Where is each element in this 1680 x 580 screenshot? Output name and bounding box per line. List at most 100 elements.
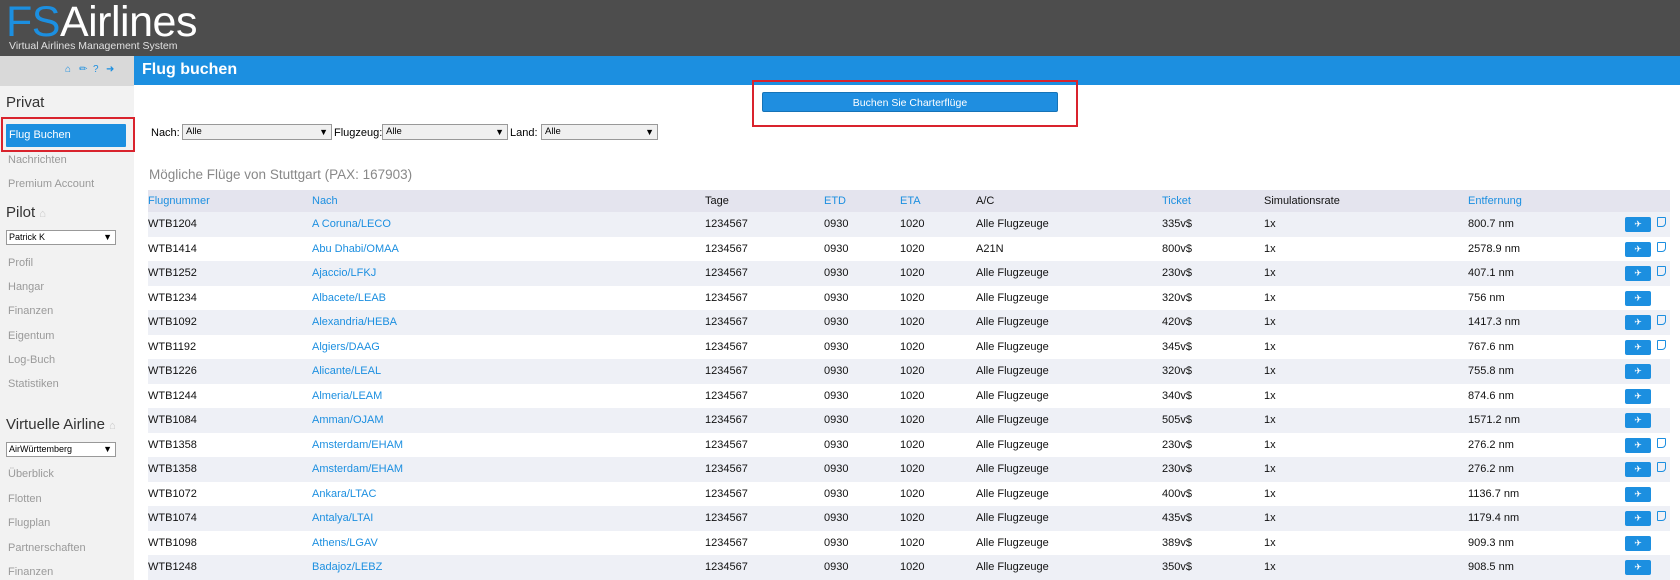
destination-link[interactable]: Algiers/DAAG [312, 335, 705, 360]
row-actions: ✈ [1618, 408, 1670, 433]
logout-icon[interactable]: ➜ [106, 64, 114, 75]
home-icon[interactable]: ⌂ [65, 64, 71, 75]
days-cell: 1234567 [705, 555, 824, 580]
note-icon[interactable] [1657, 217, 1666, 228]
sidebar-item-statistiken[interactable]: Statistiken [8, 378, 59, 390]
book-flight-plane-icon[interactable]: ✈ [1625, 486, 1651, 502]
simulation-rate-cell: 1x [1264, 487, 1276, 500]
distance-cell: 755.8 nm [1468, 359, 1618, 384]
destination-link[interactable]: Alexandria/HEBA [312, 310, 705, 335]
book-flight-plane-icon[interactable]: ✈ [1625, 315, 1651, 331]
destination-link[interactable]: Albacete/LEAB [312, 286, 705, 311]
sidebar-item-ueberblick[interactable]: Überblick [8, 468, 54, 480]
book-flight-plane-icon[interactable]: ✈ [1625, 266, 1651, 282]
distance-cell: 1179.4 nm [1468, 506, 1618, 531]
destination-link[interactable]: Ajaccio/LFKJ [312, 261, 705, 286]
note-icon[interactable] [1657, 266, 1666, 277]
distance-cell: 756 nm [1468, 291, 1505, 304]
flight-number-cell: WTB1244 [148, 389, 197, 402]
note-icon[interactable] [1657, 315, 1666, 326]
days-cell: 1234567 [705, 457, 824, 482]
destination-link[interactable]: Athens/LGAV [312, 531, 705, 556]
etd-cell: 0930 [824, 310, 900, 335]
col-ticket[interactable]: Ticket [1162, 190, 1264, 212]
sidebar-item-eigentum[interactable]: Eigentum [8, 330, 54, 342]
simulation-rate-cell: 1x [1264, 506, 1468, 531]
book-flight-plane-icon[interactable]: ✈ [1625, 290, 1651, 306]
sidebar-item-flugplan[interactable]: Flugplan [8, 517, 50, 529]
destination-link[interactable]: Antalya/LTAI [312, 506, 705, 531]
note-icon[interactable] [1657, 241, 1666, 252]
col-tage: Tage [705, 190, 824, 212]
book-flight-plane-icon[interactable]: ✈ [1625, 462, 1651, 478]
row-actions: ✈ [1618, 359, 1670, 384]
book-flight-plane-icon[interactable]: ✈ [1625, 560, 1651, 576]
sidebar-item-va-finanzen[interactable]: Finanzen [8, 566, 53, 578]
note-icon[interactable] [1657, 462, 1666, 473]
sidebar-item-premium-account[interactable]: Premium Account [8, 178, 94, 190]
note-icon[interactable] [1657, 339, 1666, 350]
row-actions: ✈ [1618, 482, 1670, 507]
book-flight-plane-icon[interactable]: ✈ [1625, 241, 1651, 257]
destination-link[interactable]: Amman/OJAM [312, 408, 705, 433]
table-row: WTB1092 Alexandria/HEBA 1234567 0930 1020 All… [148, 310, 1670, 335]
section-virtuelle-airline-heading: Virtuelle Airline ⌂ [6, 416, 116, 433]
destination-link[interactable]: A Coruna/LECO [312, 212, 705, 237]
airline-select[interactable]: AirWürttemberg ▼ [6, 442, 116, 457]
book-flight-plane-icon[interactable]: ✈ [1625, 437, 1651, 453]
etd-cell: 0930 [824, 359, 900, 384]
chat-icon[interactable]: ✏ [79, 64, 87, 75]
book-flight-plane-icon[interactable]: ✈ [1625, 339, 1651, 355]
table-row: WTB1358 Amsterdam/EHAM 1234567 0930 1020 Alle… [148, 457, 1670, 482]
sidebar-item-partnerschaften[interactable]: Partnerschaften [8, 542, 86, 554]
flight-number-cell: WTB1234 [148, 291, 197, 304]
destination-link[interactable]: Abu Dhabi/OMAA [312, 237, 705, 262]
destination-link[interactable]: Amsterdam/EHAM [312, 457, 705, 482]
filter-nach-select[interactable]: Alle ▼ [182, 124, 332, 140]
book-flight-plane-icon[interactable]: ✈ [1625, 217, 1651, 233]
etd-cell: 0930 [824, 438, 849, 451]
aircraft-cell: Alle Flugzeuge [976, 261, 1162, 286]
ticket-cell: 335v$ [1162, 212, 1264, 237]
sidebar-item-nachrichten[interactable]: Nachrichten [8, 154, 67, 166]
days-cell: 1234567 [705, 506, 824, 531]
col-nach[interactable]: Nach [312, 190, 705, 212]
ticket-cell: 420v$ [1162, 310, 1264, 335]
col-flugnummer[interactable]: Flugnummer [148, 190, 312, 212]
simulation-rate-cell: 1x [1264, 408, 1468, 433]
help-icon[interactable]: ? [93, 64, 99, 75]
simulation-rate-cell: 1x [1264, 291, 1276, 304]
destination-link[interactable]: Amsterdam/EHAM [312, 433, 705, 458]
simulation-rate-cell: 1x [1264, 261, 1468, 286]
simulation-rate-cell: 1x [1264, 310, 1468, 335]
note-icon[interactable] [1657, 437, 1666, 448]
destination-link[interactable]: Alicante/LEAL [312, 359, 705, 384]
book-flight-plane-icon[interactable]: ✈ [1625, 535, 1651, 551]
sidebar-item-hangar[interactable]: Hangar [8, 281, 44, 293]
destination-link[interactable]: Almeria/LEAM [312, 384, 705, 409]
distance-cell: 800.7 nm [1468, 212, 1618, 237]
flight-number-cell: WTB1084 [148, 408, 312, 433]
destination-link[interactable]: Ankara/LTAC [312, 482, 705, 507]
aircraft-cell: Alle Flugzeuge [976, 408, 1162, 433]
sidebar-item-profil[interactable]: Profil [8, 257, 33, 269]
col-eta[interactable]: ETA [900, 190, 976, 212]
sidebar-item-flotten[interactable]: Flotten [8, 493, 42, 505]
sidebar-item-log-buch[interactable]: Log-Buch [8, 354, 55, 366]
simulation-rate-cell: 1x [1264, 340, 1276, 353]
book-flight-plane-icon[interactable]: ✈ [1625, 511, 1651, 527]
book-flight-plane-icon[interactable]: ✈ [1625, 388, 1651, 404]
days-cell: 1234567 [705, 340, 748, 353]
note-icon[interactable] [1657, 511, 1666, 522]
pilot-select[interactable]: Patrick K ▼ [6, 230, 116, 245]
col-etd[interactable]: ETD [824, 190, 900, 212]
chevron-down-icon: ▼ [495, 127, 504, 137]
filter-flugzeug-select[interactable]: Alle ▼ [382, 124, 508, 140]
distance-cell: 874.6 nm [1468, 389, 1514, 402]
book-flight-plane-icon[interactable]: ✈ [1625, 413, 1651, 429]
filter-land-select[interactable]: Alle ▼ [541, 124, 658, 140]
book-flight-plane-icon[interactable]: ✈ [1625, 364, 1651, 380]
sidebar-item-finanzen[interactable]: Finanzen [8, 305, 53, 317]
destination-link[interactable]: Badajoz/LEBZ [312, 555, 705, 580]
col-entfernung[interactable]: Entfernung [1468, 190, 1618, 212]
